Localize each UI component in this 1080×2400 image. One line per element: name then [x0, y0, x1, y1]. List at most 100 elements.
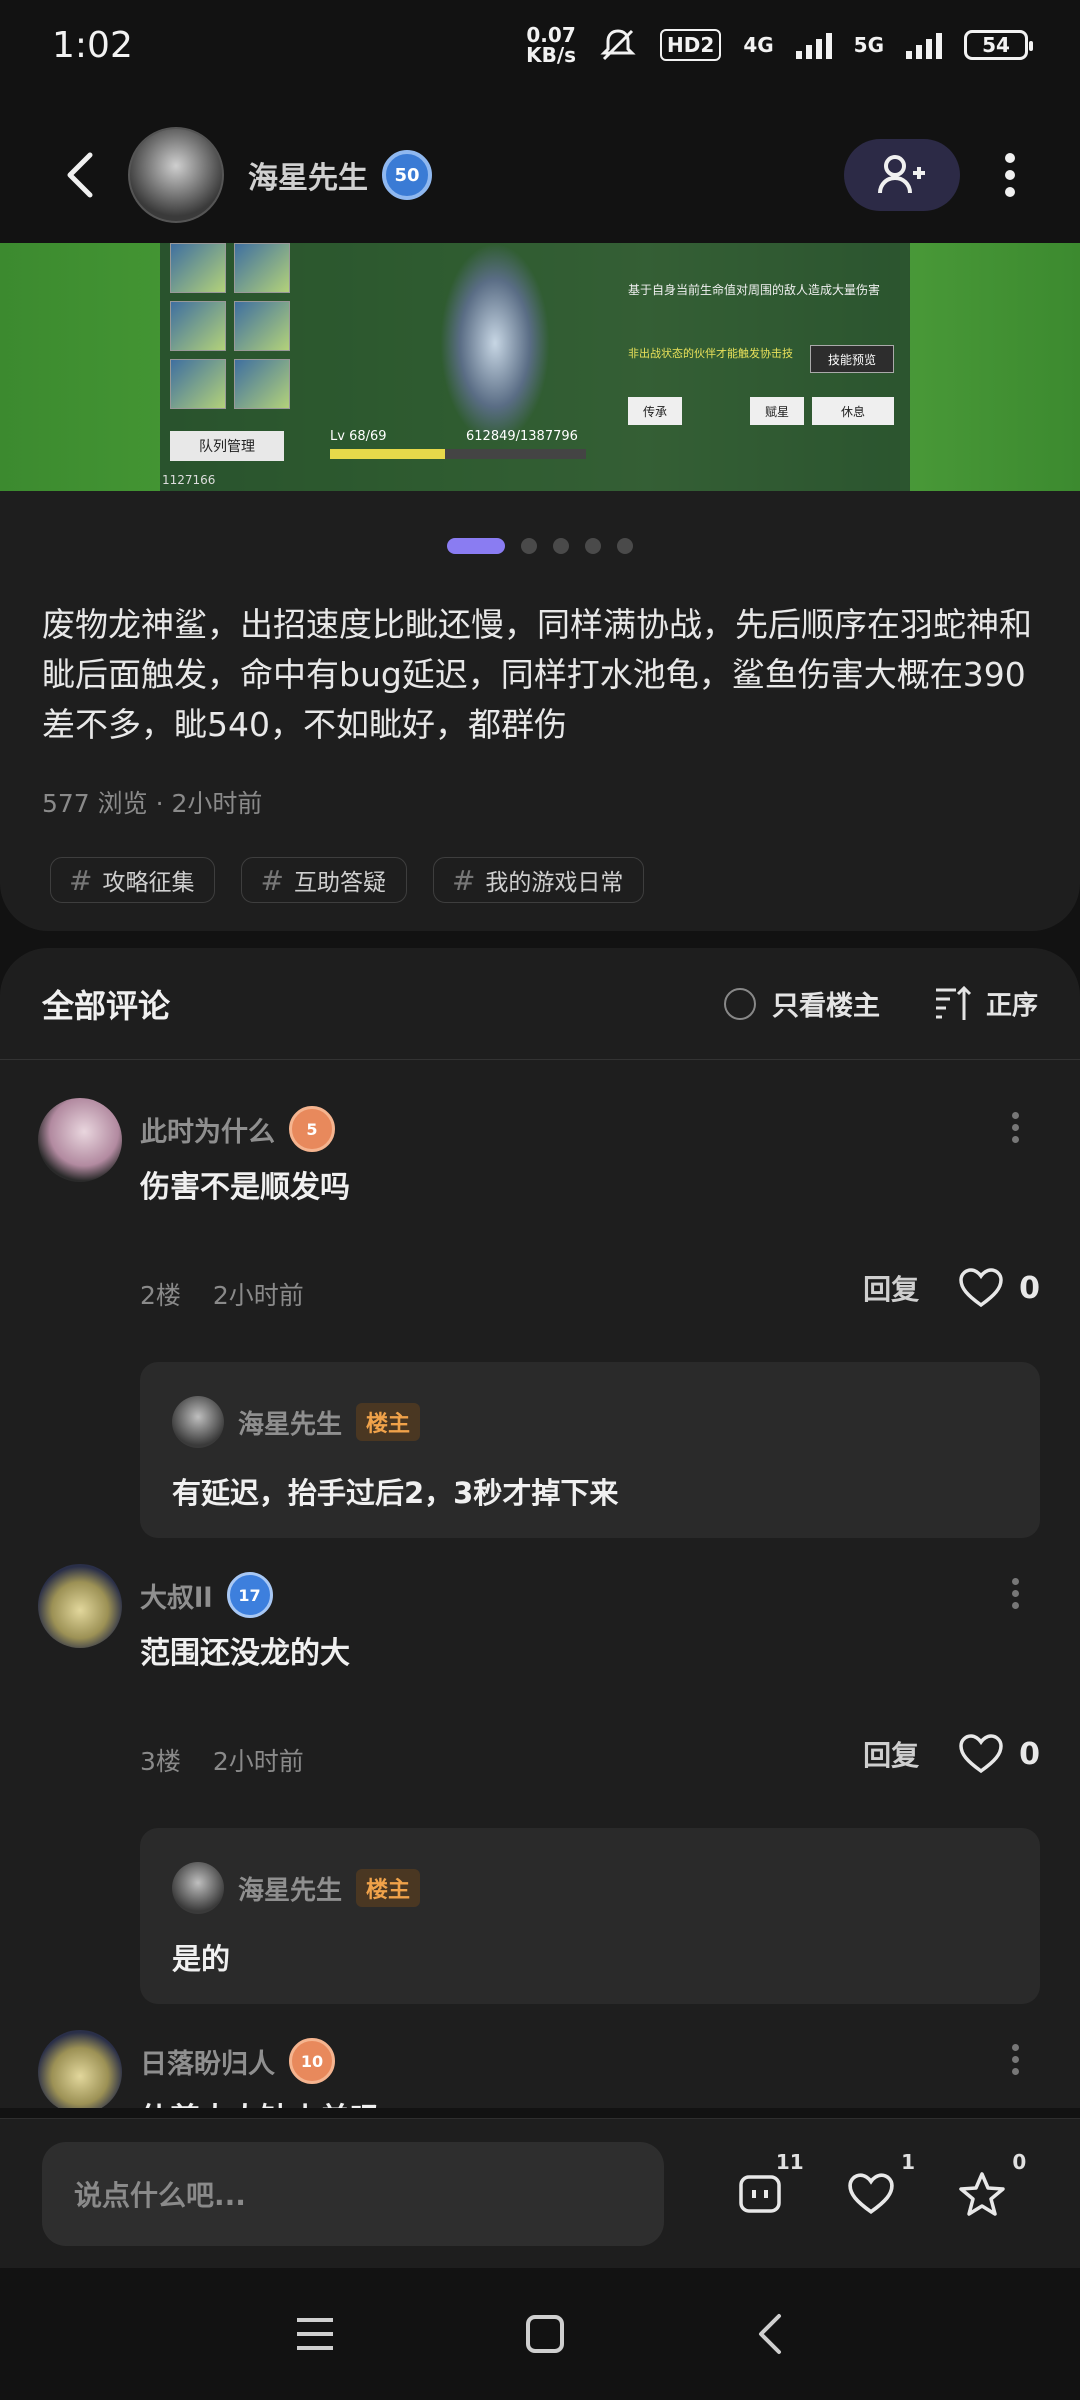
image-skill-button: 技能预览: [810, 345, 894, 373]
like-count: 1: [901, 2149, 915, 2174]
status-icons: 0.07 KB/s HD2 4G 5G 54: [526, 23, 1033, 67]
comment-count: 11: [775, 2149, 804, 2174]
signal-type-2: 5G: [853, 33, 884, 57]
comment-text[interactable]: 范围还没龙的大: [140, 1628, 350, 1672]
level-badge: 5: [289, 1106, 335, 1152]
heart-icon: [959, 1734, 1003, 1774]
image-id: 1127166: [162, 473, 216, 487]
commenter-name[interactable]: 此时为什么 5: [140, 1106, 335, 1152]
reply-avatar: [172, 1396, 224, 1448]
comments-title: 全部评论: [42, 986, 171, 1025]
commenter-avatar[interactable]: [38, 1564, 122, 1648]
comment-text[interactable]: 仙尊大人缺小弟吗: [140, 2094, 380, 2108]
carousel-indicator: [0, 538, 1080, 554]
favorite-button[interactable]: 0: [952, 2150, 1026, 2224]
carousel-dot[interactable]: [521, 538, 537, 554]
signal-icon: [795, 31, 832, 59]
comment-actions: 回复 0: [863, 1268, 1040, 1308]
more-button[interactable]: [980, 135, 1040, 215]
carousel-dot[interactable]: [447, 538, 505, 554]
level-badge: 10: [289, 2038, 335, 2084]
sort-button[interactable]: 正序: [934, 985, 1038, 1022]
carousel-dot[interactable]: [617, 538, 633, 554]
like-button[interactable]: 0: [959, 1268, 1040, 1308]
author-avatar[interactable]: [128, 127, 224, 223]
heart-icon: [848, 2172, 894, 2214]
hd-icon: HD2: [660, 29, 722, 61]
comment-count-button[interactable]: 11: [730, 2150, 804, 2224]
bottom-actions: 11 1 0: [664, 2150, 1038, 2224]
nav-back-icon[interactable]: [755, 2313, 785, 2355]
image-level: Lv 68/69: [330, 429, 387, 444]
reply-user: 海星先生 楼主: [172, 1862, 421, 1914]
status-time: 1:02: [52, 24, 133, 66]
battery-icon: 54: [964, 30, 1033, 60]
post-meta: 577 浏览 · 2小时前: [42, 789, 263, 818]
tag-chip[interactable]: # 我的游戏日常: [432, 857, 645, 903]
status-bar: 1:02 0.07 KB/s HD2 4G 5G 54: [0, 0, 1080, 90]
tag-chip[interactable]: # 攻略征集: [50, 857, 216, 903]
comments-header: 全部评论 只看楼主 正序: [0, 948, 1080, 1060]
image-character: [440, 243, 550, 443]
comment-input[interactable]: 说点什么吧...: [42, 2141, 664, 2246]
net-speed: 0.07 KB/s: [526, 23, 577, 67]
comment-more-button[interactable]: [1012, 1112, 1022, 1143]
image-btn-3: 休息: [812, 397, 894, 425]
reply-button[interactable]: 回复: [863, 1734, 919, 1774]
back-icon: [67, 152, 93, 198]
commenter-avatar[interactable]: [38, 1098, 122, 1182]
reply-box[interactable]: 海星先生 楼主 有延迟，抬手过后2，3秒才掉下来: [140, 1362, 1040, 1538]
star-icon: [959, 2171, 1006, 2216]
like-post-button[interactable]: 1: [841, 2150, 915, 2224]
carousel-dot[interactable]: [553, 538, 569, 554]
like-button[interactable]: 0: [959, 1734, 1040, 1774]
comments-section: 全部评论 只看楼主 正序 此时为什么 5 伤害不是顺发吗 2楼 2小时前 回复 0 …: [0, 948, 1080, 2108]
comment-more-button[interactable]: [1012, 1578, 1022, 1609]
favorite-count: 0: [1012, 2149, 1027, 2174]
image-xp-bar: [330, 449, 586, 459]
reply-avatar: [172, 1862, 224, 1914]
follow-button[interactable]: [844, 139, 960, 211]
comment-icon: [738, 2174, 781, 2213]
hash-icon: #: [69, 863, 93, 897]
sort-icon: [935, 985, 972, 1020]
radio-icon: [723, 987, 756, 1020]
level-badge: 17: [226, 1572, 273, 1618]
system-nav-bar: [0, 2268, 1080, 2400]
hash-icon: #: [451, 863, 476, 897]
post-image[interactable]: 队列管理 1127166 Lv 68/69 612849/1387796 基于自…: [0, 243, 1080, 491]
comment-text[interactable]: 伤害不是顺发吗: [140, 1162, 350, 1206]
more-icon: [1005, 153, 1015, 197]
image-queue-button: 队列管理: [170, 431, 284, 461]
tag-chip[interactable]: # 互助答疑: [241, 857, 407, 903]
tag-list: # 攻略征集 # 互助答疑 # 我的游戏日常: [50, 857, 645, 903]
commenter-avatar[interactable]: [38, 2030, 122, 2108]
author-level-badge: 50: [382, 150, 432, 200]
comment-meta: 2楼 2小时前: [140, 1281, 304, 1310]
hash-icon: #: [260, 863, 284, 897]
op-tag: 楼主: [356, 1403, 421, 1441]
menu-icon[interactable]: [295, 2316, 335, 2352]
post-body: 废物龙神鲨，出招速度比眦还慢，同样满协战，先后顺序在羽蛇神和眦后面触发，命中有b…: [42, 605, 1032, 744]
reply-button[interactable]: 回复: [863, 1268, 919, 1308]
reply-text: 是的: [172, 1942, 231, 1976]
image-team-grid: [170, 243, 290, 409]
carousel-dot[interactable]: [585, 538, 601, 554]
author-name[interactable]: 海星先生: [248, 153, 368, 197]
comment-more-button[interactable]: [1012, 2044, 1022, 2075]
add-friend-icon: [878, 155, 925, 194]
only-op-toggle[interactable]: 只看楼主: [723, 984, 880, 1023]
image-btn-2: 赋星: [750, 397, 804, 425]
image-desc-2: 非出战状态的伙伴才能触发协击技: [628, 347, 793, 360]
reply-text: 有延迟，抬手过后2，3秒才掉下来: [172, 1476, 619, 1510]
reply-box[interactable]: 海星先生 楼主 是的: [140, 1828, 1040, 2004]
image-btn-1: 传承: [628, 397, 682, 425]
image-desc: 基于自身当前生命值对周围的敌人造成大量伤害: [628, 283, 881, 297]
image-xp: 612849/1387796: [466, 429, 578, 444]
signal-type-1: 4G: [743, 33, 774, 57]
commenter-name[interactable]: 日落盼归人 10: [140, 2038, 335, 2084]
commenter-name[interactable]: 大叔ll 17: [140, 1572, 273, 1618]
back-button[interactable]: [40, 135, 120, 215]
home-icon[interactable]: [525, 2314, 565, 2354]
reply-user: 海星先生 楼主: [172, 1396, 421, 1448]
